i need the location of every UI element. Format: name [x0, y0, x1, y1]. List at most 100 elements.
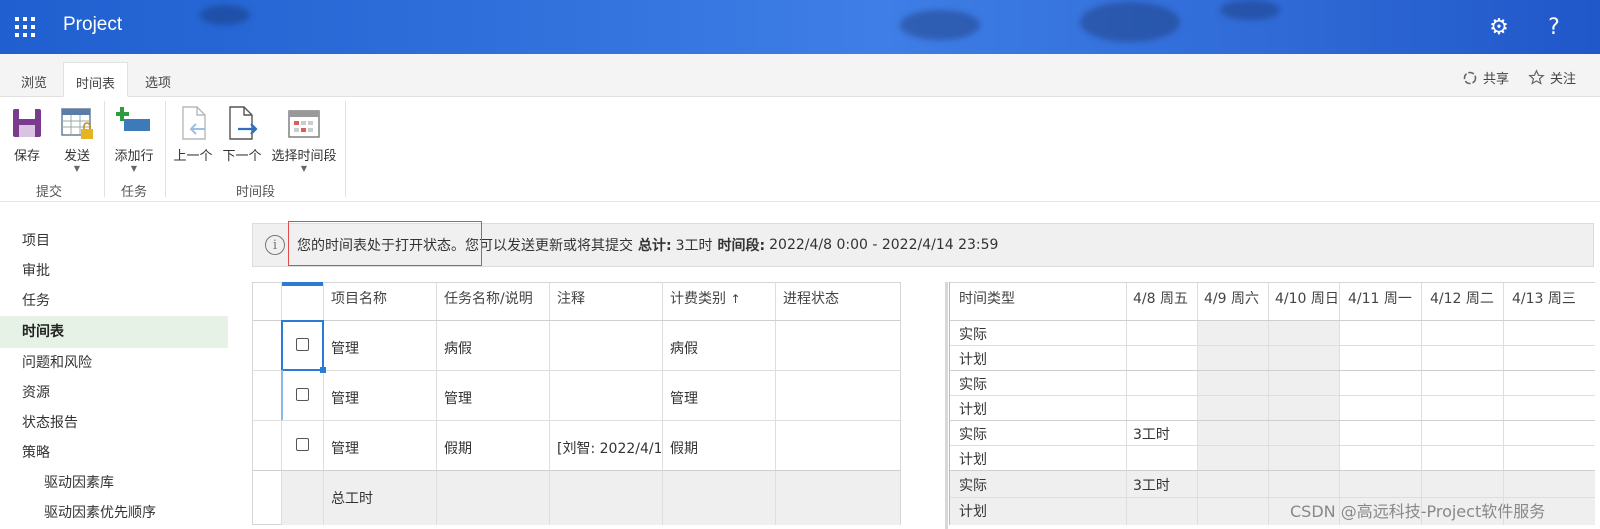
row-checkbox[interactable]: [296, 438, 309, 451]
star-icon: [1528, 69, 1545, 85]
send-button[interactable]: 发送 ▼: [57, 105, 97, 173]
app-title[interactable]: Project: [63, 14, 122, 36]
cell-time-type: 计划: [959, 504, 987, 520]
chevron-down-icon: ▼: [130, 164, 138, 173]
column-header-day[interactable]: 4/12 周二: [1430, 288, 1494, 308]
gear-icon: ⚙: [1489, 14, 1509, 40]
chevron-down-icon: ▼: [73, 164, 81, 173]
group-label-period: 时间段: [236, 185, 276, 200]
grid-splitter[interactable]: [945, 282, 948, 529]
calendar-icon: [286, 105, 322, 141]
group-label-submit: 提交: [36, 185, 63, 200]
row-checkbox[interactable]: [296, 338, 309, 351]
page-forward-arrow-icon: [224, 105, 260, 141]
column-header-day[interactable]: 4/13 周三: [1512, 288, 1595, 308]
total-row: [282, 471, 900, 525]
nav-item-issues-risks[interactable]: 问题和风险: [0, 348, 228, 378]
cell-billing[interactable]: 假期: [670, 438, 698, 458]
ribbon-separator: [104, 101, 105, 197]
column-selection-marker: [281, 282, 323, 286]
cell-time-type: 计划: [959, 402, 987, 418]
cell-time-type: 计划: [959, 352, 987, 368]
cell-time-type: 实际: [959, 427, 987, 443]
column-header-day[interactable]: 4/9 周六: [1204, 288, 1259, 308]
total-hours-label: 总工时: [331, 491, 373, 507]
next-button[interactable]: 下一个: [221, 105, 263, 164]
cell-note[interactable]: [刘智: 2022/4/1: [557, 438, 661, 458]
ribbon-separator: [345, 101, 346, 197]
column-header-project[interactable]: 项目名称: [331, 288, 431, 308]
save-icon: [9, 105, 45, 141]
timesheet-lock-icon: [59, 105, 95, 141]
nav-item-tasks[interactable]: 任务: [0, 286, 228, 316]
ribbon: 保存 发送 ▼ 添加行 ▼ 上一个 下一个 选择时间段 ▼ 提交 任务 时间段: [0, 97, 1600, 202]
cell-time-type: 实际: [959, 327, 987, 343]
save-button[interactable]: 保存: [8, 105, 46, 164]
cell-project[interactable]: 管理: [331, 338, 359, 358]
column-header-billing[interactable]: 计费类别 ↑: [670, 288, 770, 308]
settings-button[interactable]: ⚙: [1482, 10, 1516, 44]
tab-browse[interactable]: 浏览: [9, 62, 59, 97]
cell-task[interactable]: 病假: [444, 338, 472, 358]
cell-task[interactable]: 管理: [444, 388, 472, 408]
share-icon: [1463, 71, 1477, 84]
total-label: 总计:: [638, 238, 672, 254]
cell-hours: 3工时: [1133, 478, 1170, 494]
tab-timesheet[interactable]: 时间表: [63, 62, 129, 97]
help-button[interactable]: ?: [1537, 10, 1571, 44]
column-header-day[interactable]: 4/10 周日: [1275, 288, 1339, 308]
previous-button[interactable]: 上一个: [172, 105, 214, 164]
nav-item-strategy[interactable]: 策略: [0, 438, 228, 468]
cell-project[interactable]: 管理: [331, 388, 359, 408]
status-message: 您的时间表处于打开状态。您可以发送更新或将其提交: [297, 238, 633, 254]
group-label-task: 任务: [121, 185, 148, 200]
cell-time-type: 计划: [959, 452, 987, 468]
tab-options[interactable]: 选项: [133, 62, 183, 97]
select-period-button[interactable]: 选择时间段 ▼: [270, 105, 338, 173]
ribbon-tabs: 浏览 时间表 选项 共享 关注: [0, 54, 1600, 97]
selection-edge: [281, 370, 283, 420]
waffle-icon: [15, 17, 35, 37]
chevron-down-icon: ▼: [300, 164, 308, 173]
column-header-day[interactable]: 4/8 周五: [1133, 288, 1188, 308]
share-button[interactable]: 共享: [1462, 68, 1509, 87]
nav-item-timesheet[interactable]: 时间表: [0, 316, 228, 348]
column-header-notes[interactable]: 注释: [557, 288, 657, 308]
selection-handle: [320, 367, 326, 373]
nav-item-driver-prioritization[interactable]: 驱动因素优先顺序: [0, 498, 228, 528]
status-bar: i 您的时间表处于打开状态。您可以发送更新或将其提交 总计: 3工时 时间段: …: [252, 223, 1594, 267]
follow-button[interactable]: 关注: [1528, 68, 1576, 87]
quick-launch: 项目 审批 任务 时间表 问题和风险 资源 状态报告 策略 驱动因素库 驱动因素…: [0, 226, 228, 528]
nav-item-approvals[interactable]: 审批: [0, 256, 228, 286]
nav-item-projects[interactable]: 项目: [0, 226, 228, 256]
info-icon: i: [265, 235, 285, 255]
row-checkbox[interactable]: [296, 388, 309, 401]
watermark: CSDN @高远科技-Project软件服务: [1290, 502, 1546, 521]
total-value: 3工时: [675, 238, 713, 254]
ribbon-separator: [165, 101, 166, 197]
cell-time-type: 实际: [959, 478, 987, 494]
sort-ascending-icon: ↑: [730, 292, 741, 306]
timesheet-grid-left: 项目名称 任务名称/说明 注释 计费类别 ↑ 进程状态 管理 病假 病假 管理 …: [252, 282, 901, 525]
app-launcher-button[interactable]: [0, 0, 50, 54]
cell-billing[interactable]: 病假: [670, 338, 698, 358]
column-header-time-type[interactable]: 时间类型: [959, 288, 1015, 308]
nav-item-resources[interactable]: 资源: [0, 378, 228, 408]
cell-time-type: 实际: [959, 377, 987, 393]
add-row-button[interactable]: 添加行 ▼: [111, 105, 157, 173]
nav-item-status-reports[interactable]: 状态报告: [0, 408, 228, 438]
column-header-progress[interactable]: 进程状态: [783, 288, 883, 308]
period-value: 2022/4/8 0:00 - 2022/4/14 23:59: [769, 237, 999, 253]
help-icon: ?: [1548, 14, 1560, 40]
cell-billing[interactable]: 管理: [670, 388, 698, 408]
column-header-day[interactable]: 4/11 周一: [1348, 288, 1412, 308]
period-label: 时间段:: [717, 238, 766, 254]
cell-task[interactable]: 假期: [444, 438, 472, 458]
nav-item-driver-library[interactable]: 驱动因素库: [0, 468, 228, 498]
page-back-arrow-icon: [175, 105, 211, 141]
cell-hours[interactable]: 3工时: [1133, 424, 1170, 444]
cell-project[interactable]: 管理: [331, 438, 359, 458]
column-header-task[interactable]: 任务名称/说明: [444, 288, 544, 308]
suite-header: Project ⚙ ?: [0, 0, 1600, 54]
add-row-icon: [115, 105, 152, 141]
